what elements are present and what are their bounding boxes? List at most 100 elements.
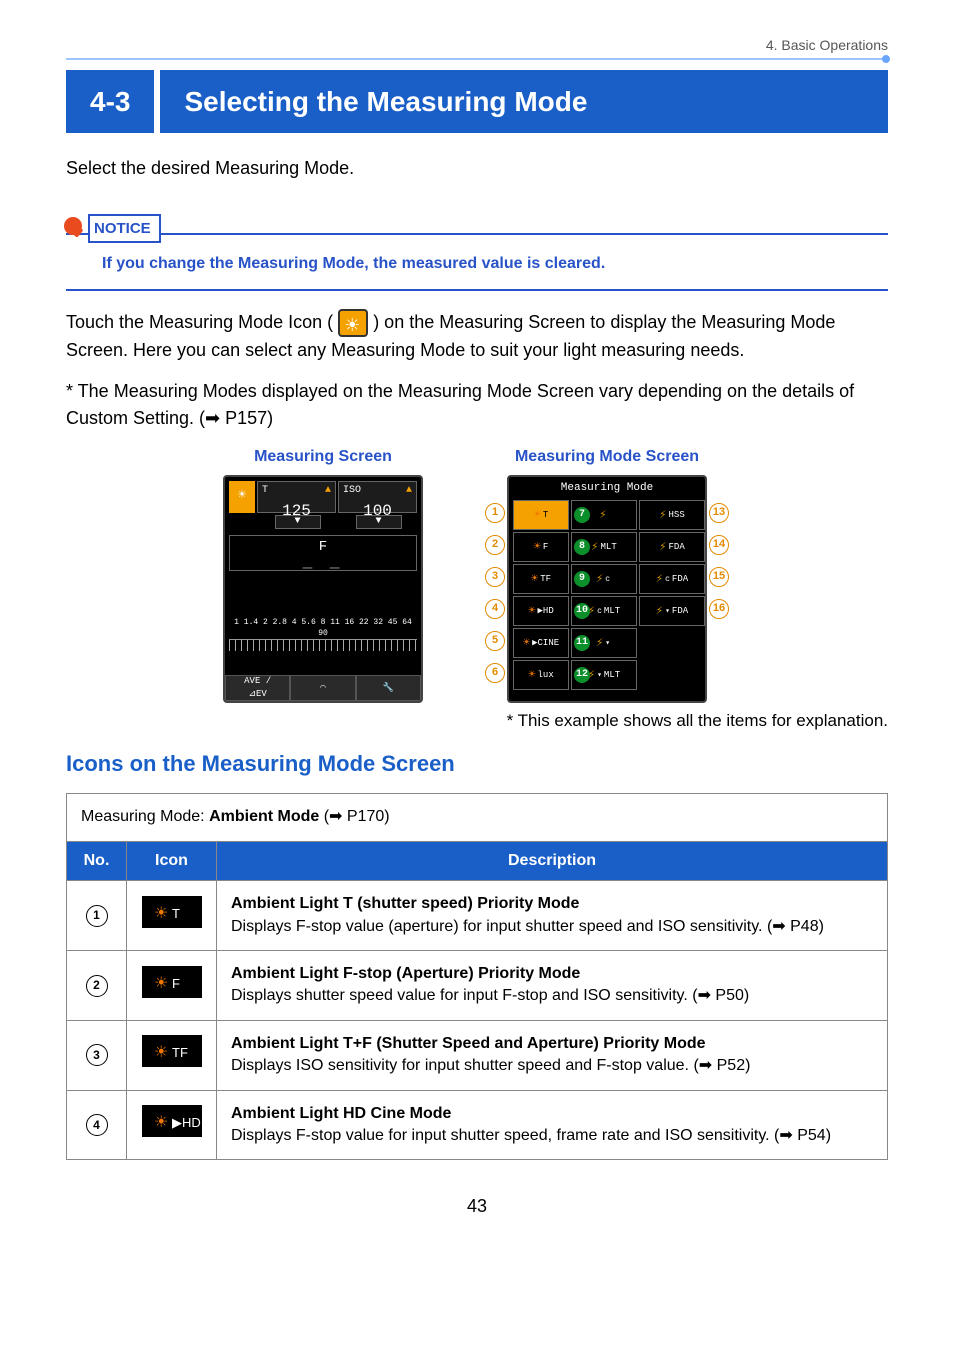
- mode-table: Measuring Mode: Ambient Mode (➡ P170) No…: [66, 793, 888, 1160]
- mode-cell: ⚡MLT8: [571, 532, 637, 562]
- row-icon-cell: ☀F: [127, 950, 217, 1020]
- row-desc-cell: Ambient Light T+F (Shutter Speed and Ape…: [217, 1020, 888, 1090]
- mode-cell: ⚡cMLT10: [571, 596, 637, 626]
- mode-cell: ☀▶HD: [513, 596, 569, 626]
- callout-3: 3: [485, 567, 505, 587]
- row-desc-title: Ambient Light T (shutter speed) Priority…: [231, 893, 873, 915]
- row-number-cell: 2: [67, 950, 127, 1020]
- row-desc-title: Ambient Light T+F (Shutter Speed and Ape…: [231, 1033, 873, 1055]
- ms-footer: AVE / ⊿EV ◠ 🔧: [225, 675, 421, 701]
- mode-cell-sub: c: [597, 606, 602, 617]
- ms-mode-icon: ☀: [229, 481, 255, 513]
- svg-text:F: F: [172, 976, 180, 991]
- section-title: Selecting the Measuring Mode: [160, 70, 888, 133]
- bolt-icon: ⚡: [591, 539, 598, 556]
- circled-number: 3: [86, 1044, 108, 1066]
- mode-cell: ⚡▾ 11: [571, 628, 637, 658]
- mode-cell: ⚡▾MLT12: [571, 660, 637, 690]
- figure-caption-right: Measuring Mode Screen: [483, 446, 731, 468]
- mode-cell-text: lux: [538, 669, 554, 682]
- svg-text:☀: ☀: [154, 1114, 168, 1131]
- breadcrumb: 4. Basic Operations: [66, 30, 888, 58]
- mode-cell: ☀TF: [513, 564, 569, 594]
- mode-cell-text: ▶HD: [538, 605, 554, 618]
- ms-scale: 1 1.4 2 2.8 4 5.6 8 11 16 22 32 45 64 90: [229, 617, 417, 639]
- mode-cell-text: TF: [540, 573, 551, 586]
- sun-icon: ☀: [534, 539, 541, 556]
- mode-cell-text: F: [543, 541, 548, 554]
- callouts-right: 13 14 15 16: [707, 475, 731, 703]
- th-no: No.: [67, 841, 127, 880]
- row-desc-title: Ambient Light HD Cine Mode: [231, 1103, 873, 1125]
- row-number-cell: 1: [67, 881, 127, 951]
- notice-label: NOTICE: [88, 214, 161, 243]
- ms-footer-memory-icon: ◠: [290, 675, 355, 701]
- row-icon-cell: ☀▶HD: [127, 1090, 217, 1160]
- ms-iso-panel: ISO▲ 100: [338, 481, 417, 513]
- row-icon-cell: ☀TF: [127, 1020, 217, 1090]
- mode-cell-sub: c: [605, 574, 610, 585]
- mode-cell-text: ▶CINE: [532, 637, 559, 650]
- section-header: 4-3 Selecting the Measuring Mode: [66, 70, 888, 133]
- mock-mode-screen: Measuring Mode ☀T⚡7⚡HSS☀F⚡MLT8⚡FDA☀TF⚡c9…: [507, 475, 707, 703]
- bolt-icon: ⚡: [659, 507, 666, 524]
- mode-cell-sub: ▾: [605, 638, 610, 649]
- notice-pin-icon: [64, 217, 82, 235]
- mode-screen-title: Measuring Mode: [509, 477, 705, 500]
- mode-cell: ⚡cFDA: [639, 564, 705, 594]
- sun-icon: ☀: [534, 507, 541, 524]
- green-circle-12: 12: [574, 667, 590, 683]
- mode-cell: ⚡▾FDA: [639, 596, 705, 626]
- mock-measuring-screen: ☀ T▲ 125 ISO▲ 100 ▼ ▼ F — — 1 1.4: [223, 475, 423, 703]
- table-caption-a: Measuring Mode:: [81, 808, 209, 825]
- figure-mode-screen: Measuring Mode Screen 1 2 3 4 5 6 Measur…: [483, 446, 731, 702]
- green-circle-9: 9: [574, 571, 590, 587]
- ms-f-label: F: [319, 539, 327, 555]
- mode-cell: ☀lux: [513, 660, 569, 690]
- mode-cell: ⚡HSS: [639, 500, 705, 530]
- mode-grid: ☀T⚡7⚡HSS☀F⚡MLT8⚡FDA☀TF⚡c9⚡cFDA☀▶HD⚡cMLT1…: [509, 500, 705, 690]
- callout-16: 16: [709, 599, 729, 619]
- green-circle-8: 8: [574, 539, 590, 555]
- mode-cell-text: FDA: [669, 541, 685, 554]
- green-circle-11: 11: [574, 635, 590, 651]
- mode-cell-sub: ▾: [597, 670, 602, 681]
- sun-icon: ☀: [528, 603, 535, 620]
- svg-text:TF: TF: [172, 1045, 188, 1060]
- svg-text:T: T: [172, 906, 180, 921]
- sun-icon: ☀: [531, 571, 538, 588]
- ms-f-panel: F — —: [229, 535, 417, 571]
- callout-1: 1: [485, 503, 505, 523]
- ms-t-panel: T▲ 125: [257, 481, 336, 513]
- green-circle-10: 10: [574, 603, 590, 619]
- row-desc-cell: Ambient Light T (shutter speed) Priority…: [217, 881, 888, 951]
- row-icon-cell: ☀T: [127, 881, 217, 951]
- circled-number: 2: [86, 975, 108, 997]
- bolt-icon: ⚡: [659, 539, 666, 556]
- page-number: 43: [66, 1194, 888, 1219]
- mode-cell-sub: c: [665, 574, 670, 585]
- mode-cell: ⚡7: [571, 500, 637, 530]
- ms-footer-ave: AVE / ⊿EV: [225, 675, 290, 701]
- mode-cell: ☀F: [513, 532, 569, 562]
- table-caption: Measuring Mode: Ambient Mode (➡ P170): [67, 794, 888, 841]
- callout-6: 6: [485, 663, 505, 683]
- figures-row: Measuring Screen ☀ T▲ 125 ISO▲ 100 ▼ ▼ F: [66, 446, 888, 702]
- example-note: * This example shows all the items for e…: [66, 709, 888, 733]
- ms-t-value: 125: [262, 500, 331, 522]
- mode-cell: ⚡c 9: [571, 564, 637, 594]
- table-row: 2☀FAmbient Light F-stop (Aperture) Prior…: [67, 950, 888, 1020]
- callout-13: 13: [709, 503, 729, 523]
- breadcrumb-divider: [66, 58, 888, 60]
- figure-caption-left: Measuring Screen: [223, 446, 423, 468]
- bolt-icon: ⚡: [596, 635, 603, 652]
- row-desc-body: Displays F-stop value for input shutter …: [231, 1125, 873, 1147]
- figure-measuring-screen: Measuring Screen ☀ T▲ 125 ISO▲ 100 ▼ ▼ F: [223, 446, 423, 702]
- bolt-icon: ⚡: [599, 507, 606, 524]
- section-number: 4-3: [66, 70, 154, 133]
- table-row: 1☀T Ambient Light T (shutter speed) Prior…: [67, 881, 888, 951]
- ms-t-label: T: [262, 484, 268, 498]
- bolt-icon: ⚡: [596, 571, 603, 588]
- row-desc-body: Displays F-stop value (aperture) for inp…: [231, 916, 873, 938]
- sun-icon: ☀: [523, 635, 530, 652]
